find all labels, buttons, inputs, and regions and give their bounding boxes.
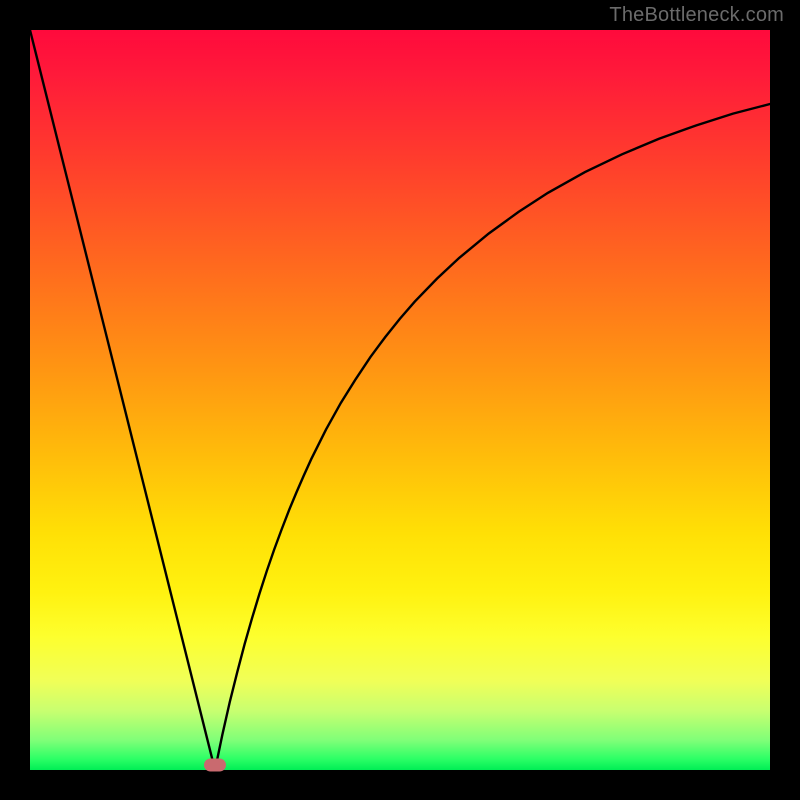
watermark-text: TheBottleneck.com [609,4,784,27]
optimal-point-marker [204,759,226,772]
chart-frame: TheBottleneck.com [0,0,800,800]
plot-area [30,30,770,770]
bottleneck-curve [30,30,770,770]
